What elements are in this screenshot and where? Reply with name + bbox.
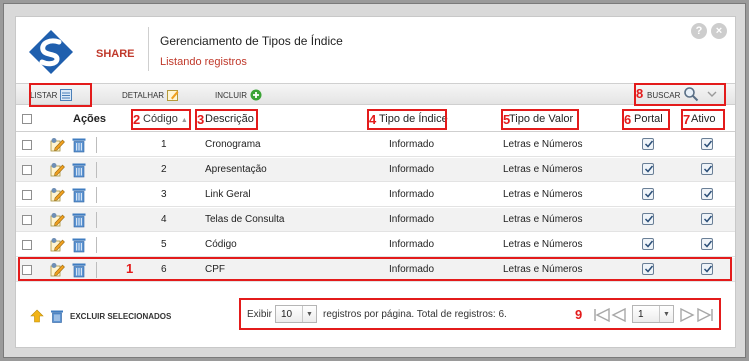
share-logo-icon	[29, 30, 73, 74]
edit-icon[interactable]	[50, 137, 66, 153]
up-arrow-icon[interactable]	[30, 309, 44, 323]
annotation-number-7: 7	[683, 112, 691, 127]
select-all-checkbox[interactable]	[22, 114, 32, 124]
brand-name: SHARE	[96, 48, 135, 60]
cell-descricao: Apresentação	[205, 164, 267, 175]
row-checkbox[interactable]	[22, 190, 32, 200]
cell-tipo-valor: Letras e Números	[503, 139, 583, 150]
ativo-checkbox[interactable]	[701, 138, 713, 150]
actions-divider	[96, 187, 97, 203]
actions-divider	[96, 237, 97, 253]
page-title: Gerenciamento de Tipos de Índice	[160, 34, 343, 48]
annotation-box-listar	[29, 83, 92, 107]
cell-descricao: Link Geral	[205, 189, 251, 200]
table-row: 3 Link Geral Informado Letras e Números	[16, 183, 735, 207]
bulk-delete-label: EXCLUIR SELECIONADOS	[70, 311, 172, 321]
tab-detalhar[interactable]: DETALHAR	[122, 87, 179, 103]
tab-incluir-label: INCLUIR	[215, 90, 248, 100]
cell-codigo: 5	[161, 239, 167, 250]
annotation-number-3: 3	[197, 112, 205, 127]
annotation-box-buscar	[634, 83, 726, 106]
edit-icon[interactable]	[50, 187, 66, 203]
actions-divider	[96, 137, 97, 153]
cell-descricao: Código	[205, 239, 237, 250]
header-divider	[148, 27, 149, 71]
table-row: 1 Cronograma Informado Letras e Números	[16, 133, 735, 157]
portal-checkbox[interactable]	[642, 188, 654, 200]
cell-codigo: 2	[161, 164, 167, 175]
edit-icon[interactable]	[50, 212, 66, 228]
cell-descricao: Cronograma	[205, 139, 261, 150]
main-panel: SHARE Gerenciamento de Tipos de Índice L…	[15, 16, 736, 348]
cell-tipo-indice: Informado	[389, 139, 435, 150]
row-checkbox[interactable]	[22, 165, 32, 175]
ativo-checkbox[interactable]	[701, 213, 713, 225]
actions-divider	[96, 162, 97, 178]
trash-icon[interactable]	[71, 162, 87, 178]
screen-background: SHARE Gerenciamento de Tipos de Índice L…	[0, 0, 749, 361]
row-checkbox[interactable]	[22, 215, 32, 225]
column-header-acoes: Ações	[73, 113, 107, 125]
window-controls: ? ×	[691, 23, 727, 39]
edit-icon[interactable]	[50, 162, 66, 178]
annotation-number-1: 1	[126, 261, 134, 276]
portal-checkbox[interactable]	[642, 138, 654, 150]
annotation-box-descricao	[195, 109, 258, 130]
annotation-box-tipo-indice	[367, 109, 447, 130]
annotation-number-2: 2	[133, 112, 141, 127]
portal-checkbox[interactable]	[642, 213, 654, 225]
trash-icon[interactable]	[71, 212, 87, 228]
annotation-number-4: 4	[369, 112, 377, 127]
ativo-checkbox[interactable]	[701, 188, 713, 200]
annotation-number-6: 6	[624, 112, 632, 127]
row-checkbox[interactable]	[22, 140, 32, 150]
table-row: 4 Telas de Consulta Informado Letras e Núme…	[16, 208, 735, 232]
dialog-window: SHARE Gerenciamento de Tipos de Índice L…	[3, 3, 746, 358]
annotation-box-pagination	[239, 298, 721, 330]
annotation-number-5: 5	[503, 112, 511, 127]
cell-tipo-indice: Informado	[389, 189, 435, 200]
edit-icon[interactable]	[50, 237, 66, 253]
cell-tipo-valor: Letras e Números	[503, 214, 583, 225]
cell-tipo-valor: Letras e Números	[503, 239, 583, 250]
ativo-checkbox[interactable]	[701, 163, 713, 175]
annotation-box-tipo-valor	[501, 109, 579, 130]
trash-icon[interactable]	[71, 187, 87, 203]
edit-form-icon	[167, 90, 179, 101]
add-icon	[250, 89, 262, 101]
cell-codigo: 1	[161, 139, 167, 150]
annotation-number-8: 8	[636, 86, 644, 101]
cell-tipo-indice: Informado	[389, 164, 435, 175]
cell-codigo: 3	[161, 189, 167, 200]
cell-descricao: Telas de Consulta	[205, 214, 285, 225]
close-icon[interactable]: ×	[711, 23, 727, 39]
page-subtitle: Listando registros	[160, 56, 247, 68]
cell-tipo-valor: Letras e Números	[503, 189, 583, 200]
cell-tipo-indice: Informado	[389, 239, 435, 250]
trash-icon[interactable]	[71, 137, 87, 153]
cell-tipo-indice: Informado	[389, 214, 435, 225]
cell-codigo: 4	[161, 214, 167, 225]
portal-checkbox[interactable]	[642, 163, 654, 175]
ativo-checkbox[interactable]	[701, 238, 713, 250]
bulk-delete[interactable]: EXCLUIR SELECIONADOS	[30, 309, 171, 323]
trash-icon[interactable]	[71, 237, 87, 253]
cell-tipo-valor: Letras e Números	[503, 164, 583, 175]
help-icon[interactable]: ?	[691, 23, 707, 39]
table-row: 2 Apresentação Informado Letras e Números	[16, 158, 735, 182]
portal-checkbox[interactable]	[642, 238, 654, 250]
annotation-number-9: 9	[575, 307, 583, 322]
actions-divider	[96, 212, 97, 228]
tab-detalhar-label: DETALHAR	[122, 90, 165, 100]
row-checkbox[interactable]	[22, 240, 32, 250]
toolbar: LISTAR DETALHAR INCLUIR BUSCAR	[16, 83, 735, 105]
trash-icon[interactable]	[50, 309, 64, 323]
table-row: 5 Código Informado Letras e Números	[16, 233, 735, 257]
tab-incluir[interactable]: INCLUIR	[215, 87, 262, 103]
